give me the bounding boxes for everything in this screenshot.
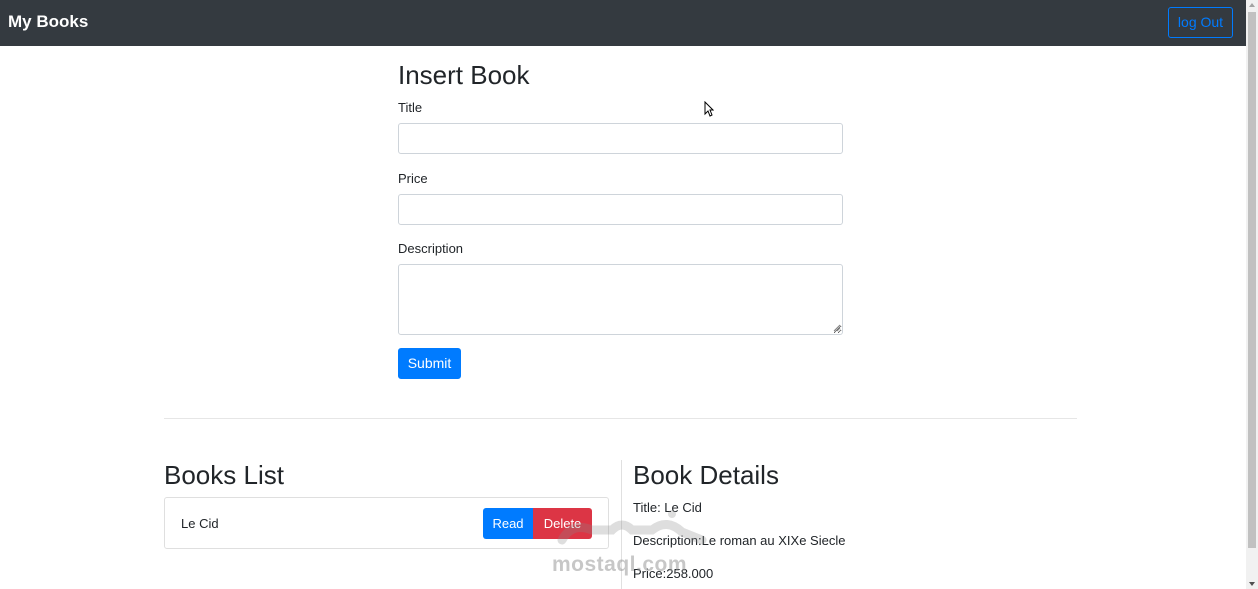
book-details-heading: Book Details — [633, 460, 779, 490]
brand-title[interactable]: My Books — [8, 12, 88, 32]
description-label: Description — [398, 241, 464, 256]
description-textarea[interactable] — [398, 264, 843, 335]
scroll-up-arrow-icon[interactable] — [1249, 3, 1255, 7]
title-label: Title — [398, 100, 423, 115]
price-input[interactable] — [398, 194, 843, 225]
detail-description: Description:Le roman au XIXe Siecle — [633, 533, 846, 548]
insert-book-heading: Insert Book — [398, 60, 530, 90]
page-scrollbar[interactable] — [1246, 0, 1258, 589]
detail-price: Price:258.000 — [633, 566, 714, 581]
delete-button[interactable]: Delete — [533, 508, 592, 539]
mouse-cursor-icon — [704, 101, 714, 117]
title-input[interactable] — [398, 123, 843, 154]
scrollbar-thumb[interactable] — [1248, 12, 1256, 548]
book-list-group: Le Cid Read Delete — [164, 497, 609, 549]
scroll-down-arrow-icon[interactable] — [1249, 582, 1255, 586]
detail-title: Title: Le Cid — [633, 500, 702, 515]
book-item-title: Le Cid — [181, 516, 219, 531]
navbar: My Books log Out — [0, 0, 1246, 46]
section-divider — [164, 418, 1077, 419]
read-button[interactable]: Read — [483, 508, 533, 539]
books-list-heading: Books List — [164, 460, 284, 490]
logout-button[interactable]: log Out — [1168, 7, 1233, 38]
column-separator — [621, 460, 622, 589]
price-label: Price — [398, 171, 428, 186]
submit-button[interactable]: Submit — [398, 348, 461, 379]
